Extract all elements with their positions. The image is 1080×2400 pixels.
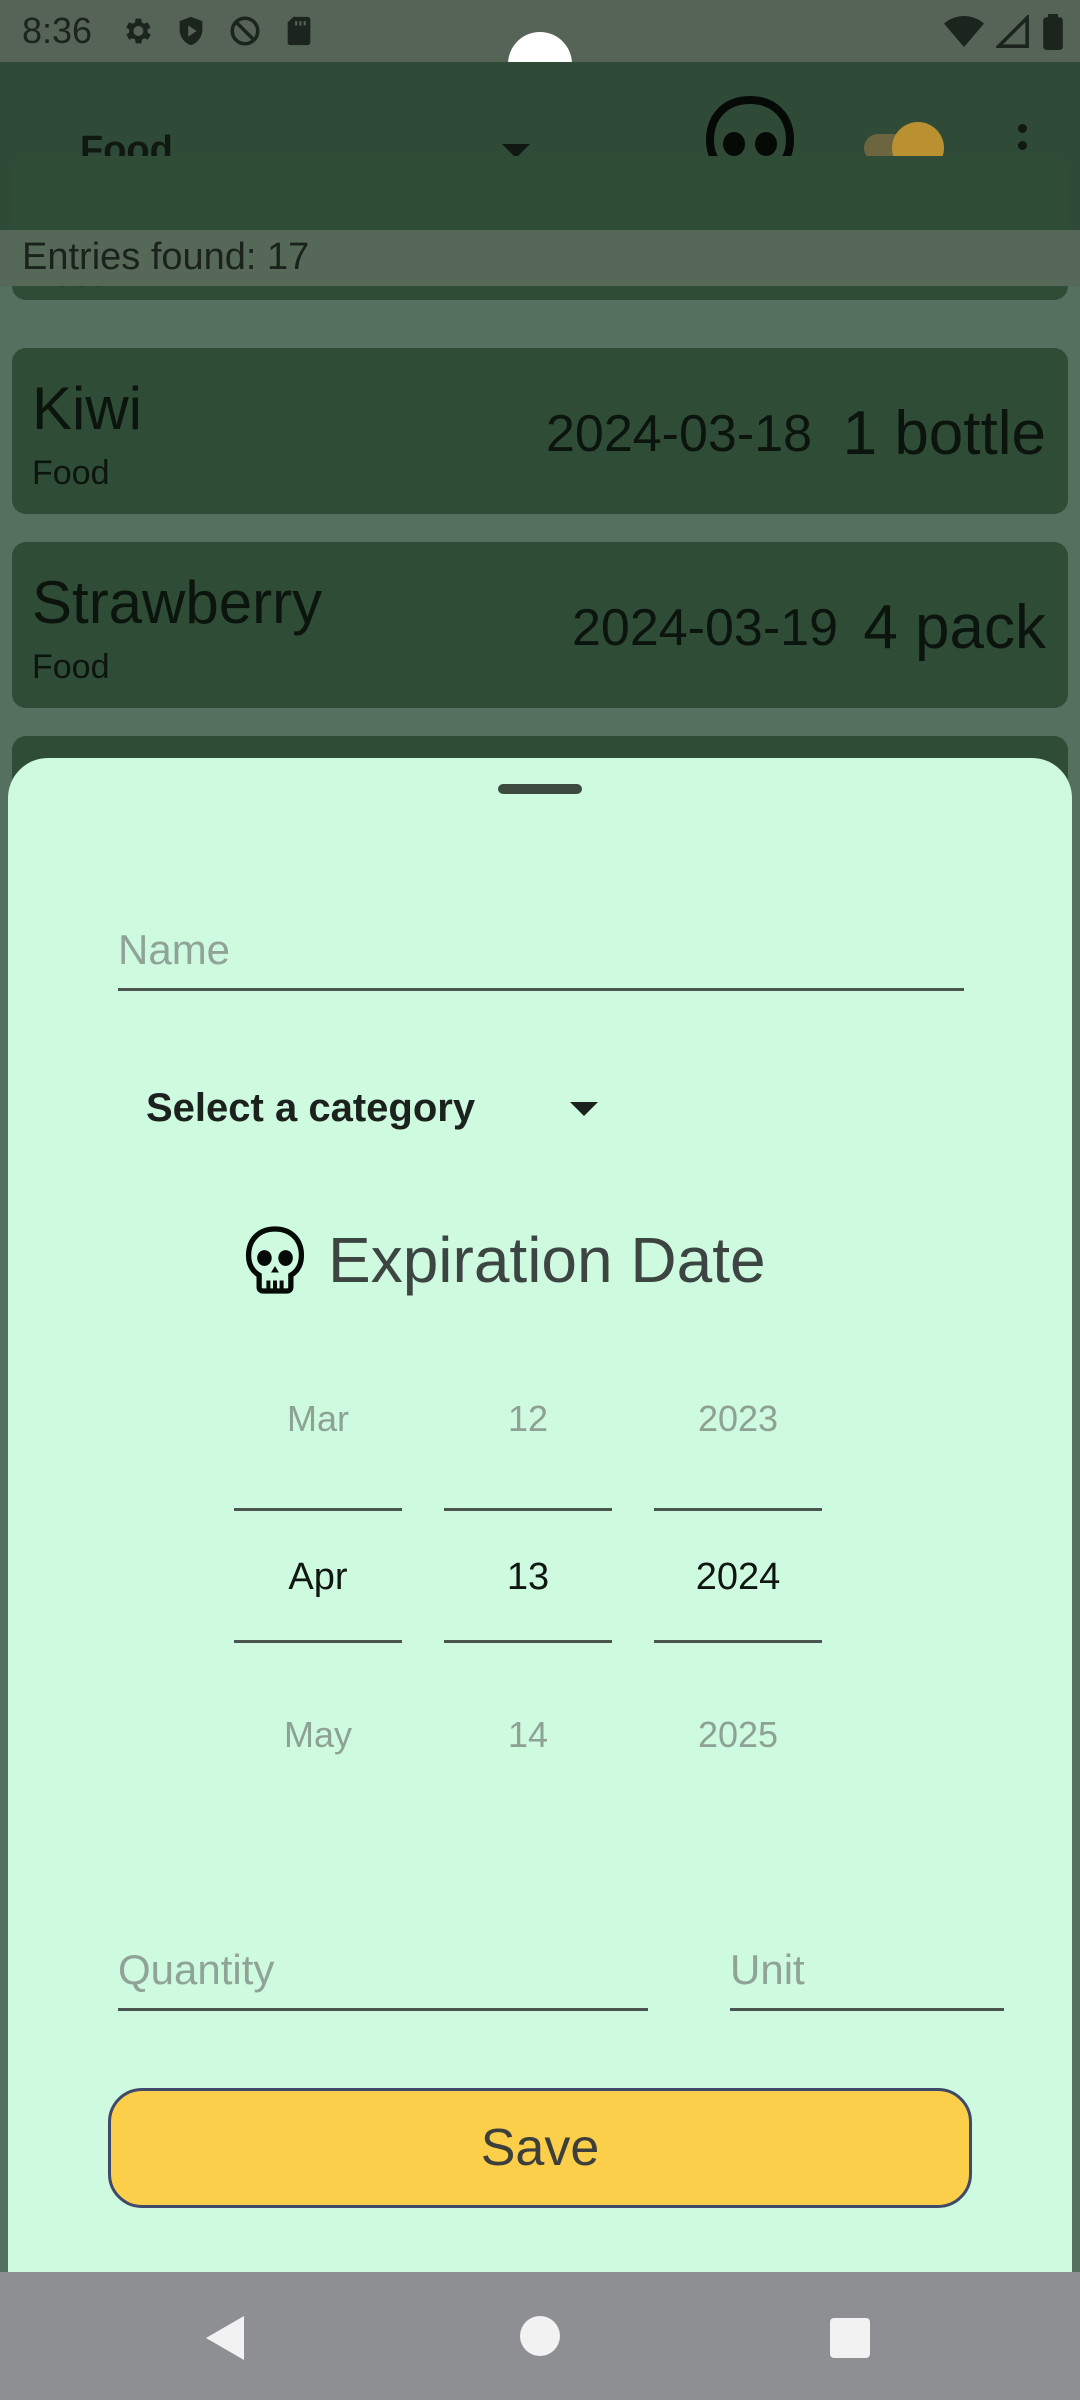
picker-divider (444, 1640, 612, 1643)
name-placeholder: Name (118, 926, 231, 973)
list-item-category: Food (32, 454, 110, 492)
category-dropdown[interactable]: Select a category (146, 1078, 606, 1138)
status-time: 8:36 (22, 10, 93, 51)
month-current[interactable]: Apr (234, 1556, 402, 1599)
quantity-placeholder: Quantity (118, 1946, 275, 1993)
day-next[interactable]: 14 (444, 1714, 612, 1756)
battery-icon (1042, 14, 1064, 55)
day-current[interactable]: 13 (444, 1556, 612, 1599)
shield-icon (174, 14, 208, 48)
settings-icon (120, 14, 154, 48)
recents-icon[interactable] (830, 2318, 870, 2358)
sd-card-icon (282, 14, 316, 48)
list-item-name: Strawberry (32, 569, 323, 636)
wifi-icon (944, 15, 984, 54)
list-item-quantity: 4 pack (863, 593, 1046, 662)
list-item[interactable]: Strawberry Food 2024-03-19 4 pack (12, 542, 1068, 708)
unit-placeholder: Unit (730, 1946, 805, 1993)
skull-icon (245, 1226, 305, 1294)
month-picker[interactable]: Mar Apr May (234, 1398, 402, 1798)
year-picker[interactable]: 2023 2024 2025 (654, 1398, 822, 1798)
add-entry-bottom-sheet: Name Select a category Expiration Date M… (8, 758, 1072, 2278)
expiration-date-heading: Expiration Date (240, 1220, 766, 1300)
chevron-down-icon (570, 1102, 598, 1116)
list-item[interactable]: Kiwi Food 2024-03-18 1 bottle (12, 348, 1068, 514)
day-picker[interactable]: 12 13 14 (444, 1398, 612, 1798)
picker-divider (654, 1508, 822, 1511)
month-prev[interactable]: Mar (234, 1398, 402, 1440)
sync-blocked-icon (228, 14, 262, 48)
picker-divider (234, 1640, 402, 1643)
year-next[interactable]: 2025 (654, 1714, 822, 1756)
year-current[interactable]: 2024 (654, 1556, 822, 1599)
list-item-date: 2024-03-19 (572, 599, 838, 657)
name-field[interactable]: Name (118, 888, 964, 991)
list-item-date: 2024-03-18 (546, 405, 812, 463)
screen: 8:36 Food Kiwi Food 2024-03-18 1 bottle … (0, 0, 1080, 2400)
list-item-quantity: 1 bottle (842, 399, 1046, 468)
status-icons-right (944, 13, 1064, 55)
expiration-date-title: Expiration Date (328, 1224, 766, 1296)
signal-icon (994, 13, 1030, 54)
back-icon[interactable] (206, 2316, 244, 2360)
home-icon[interactable] (520, 2316, 560, 2356)
picker-divider (654, 1640, 822, 1643)
status-bar: 8:36 (0, 0, 1080, 96)
save-button[interactable]: Save (108, 2088, 972, 2208)
category-dropdown-label: Select a category (146, 1086, 476, 1130)
picker-divider (234, 1508, 402, 1511)
day-prev[interactable]: 12 (444, 1398, 612, 1440)
entries-count-text: Entries found: 17 (22, 236, 310, 278)
drag-handle[interactable] (498, 784, 582, 794)
entries-count-overlay: Entries found: 17 (0, 230, 1080, 286)
list-item-name: Kiwi (32, 375, 143, 442)
status-icons-left (120, 14, 316, 48)
list-item-category: Food (32, 648, 110, 686)
unit-field[interactable]: Unit (730, 1908, 1004, 2011)
picker-divider (444, 1508, 612, 1511)
month-next[interactable]: May (234, 1714, 402, 1756)
year-prev[interactable]: 2023 (654, 1398, 822, 1440)
system-navigation-bar (0, 2272, 1080, 2400)
quantity-field[interactable]: Quantity (118, 1908, 648, 2011)
